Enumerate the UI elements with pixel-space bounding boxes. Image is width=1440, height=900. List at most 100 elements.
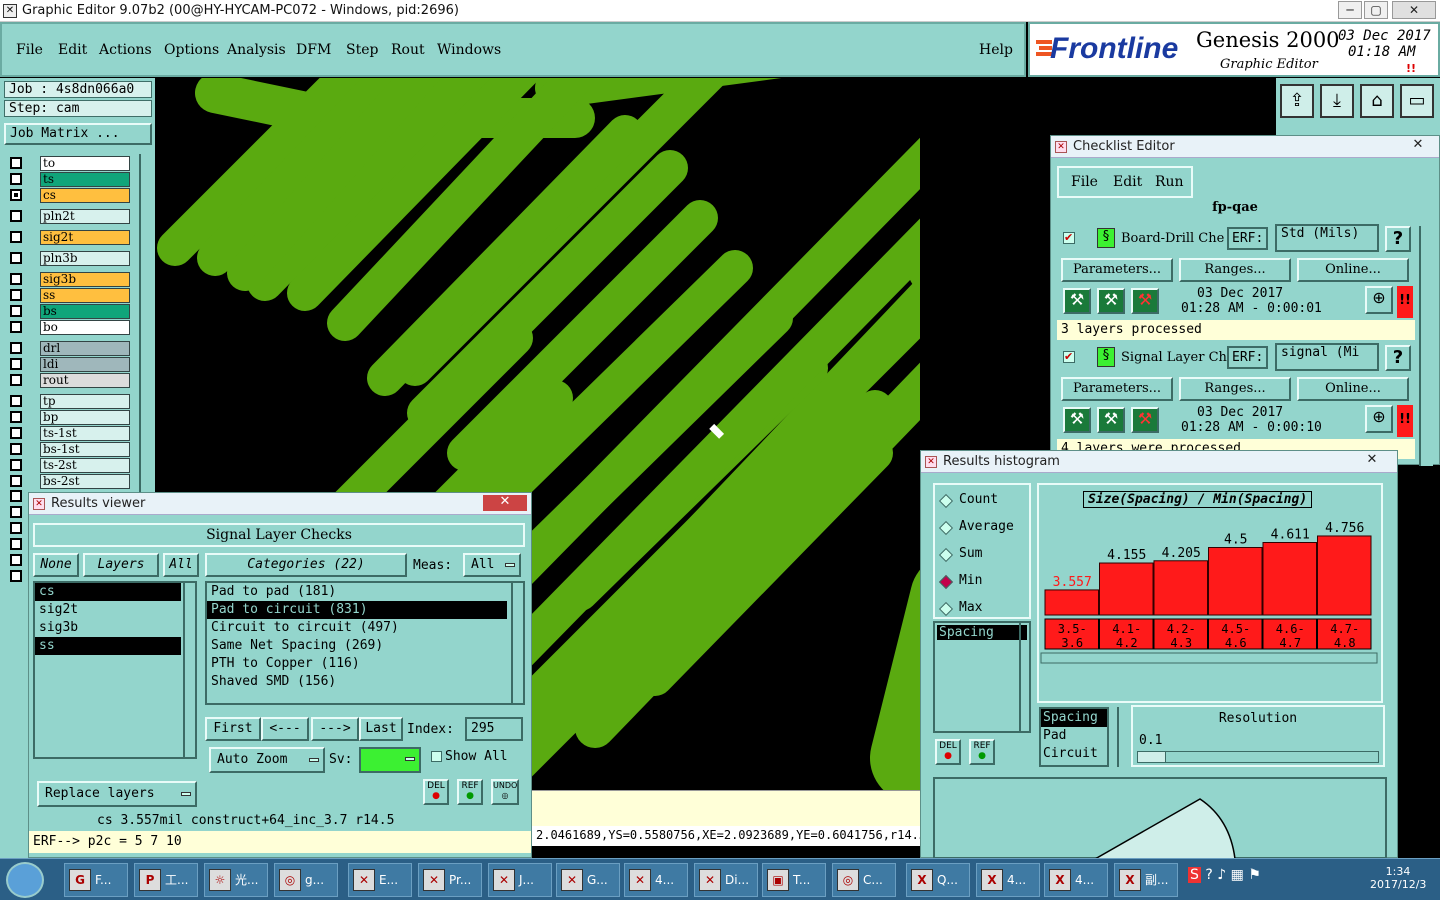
taskbar-item[interactable]: P 工... [134, 863, 198, 897]
layer-results-scrollbar[interactable] [183, 581, 197, 759]
measure-scrollbar[interactable] [1019, 623, 1031, 731]
layer-checkbox[interactable] [10, 321, 22, 333]
type-list[interactable]: Spacing Pad Circuit [1039, 707, 1109, 767]
radio-icon[interactable] [938, 574, 954, 590]
menu-options[interactable]: Options [164, 42, 219, 58]
download-icon[interactable]: ⤓ [1320, 84, 1354, 118]
parameters-button[interactable]: Parameters... [1061, 377, 1173, 401]
layer-checkbox[interactable] [10, 427, 22, 439]
run-check-fast-icon[interactable]: ⚒ [1097, 288, 1125, 314]
type-item-circuit[interactable]: Circuit [1041, 745, 1107, 763]
prev-button[interactable]: <--- [261, 717, 309, 741]
taskbar-item[interactable]: ◎ C... [832, 863, 896, 897]
taskbar-item[interactable]: ✕ G... [556, 863, 620, 897]
layer-checkbox[interactable] [10, 475, 22, 487]
mode-option-sum[interactable]: Sum [935, 545, 1029, 565]
layer-checkbox[interactable] [10, 358, 22, 370]
taskbar-item[interactable]: ◎ g... [274, 863, 338, 897]
menu-file[interactable]: File [16, 42, 43, 58]
results-layer-item[interactable]: ss [35, 637, 181, 655]
layer-row-bs-2st[interactable]: bs-2st [6, 474, 146, 489]
histogram-bar[interactable] [1099, 562, 1154, 616]
start-button-icon[interactable] [6, 862, 44, 898]
layer-row-ts-1st[interactable]: ts-1st [6, 426, 146, 441]
resolution-slider[interactable] [1137, 751, 1379, 763]
check-enabled-checkbox[interactable]: ✔ [1063, 232, 1075, 244]
layer-row-ts[interactable]: ts [6, 172, 146, 187]
volume-icon[interactable]: ♪ [1217, 867, 1226, 883]
layer-checkbox[interactable] [10, 490, 22, 502]
online-button[interactable]: Online... [1297, 377, 1409, 401]
ref-button[interactable]: REF ● [457, 779, 483, 805]
layer-row-bs-1st[interactable]: bs-1st [6, 442, 146, 457]
checklist-scrollbar[interactable] [1419, 226, 1433, 466]
layer-row-drl[interactable]: drl [6, 341, 146, 356]
menu-edit[interactable]: Edit [58, 42, 87, 58]
check-help-button[interactable]: ? [1385, 226, 1411, 252]
taskbar-item[interactable]: G F... [64, 863, 128, 897]
flag-icon[interactable]: ⚑ [1248, 867, 1261, 883]
network-icon[interactable]: ▦ [1231, 867, 1244, 883]
taskbar-item[interactable]: ▣ T... [762, 863, 826, 897]
taskbar-item[interactable]: X 副... [1114, 863, 1178, 897]
menu-actions[interactable]: Actions [99, 42, 152, 58]
layer-row-sig2t[interactable]: sig2t [6, 230, 146, 245]
index-input[interactable]: 295 [465, 717, 523, 741]
show-all-checkbox[interactable] [431, 751, 442, 762]
layer-checkbox[interactable] [10, 273, 22, 285]
menu-help[interactable]: Help [979, 42, 1013, 58]
erf-select[interactable]: signal (Mi [1275, 343, 1379, 371]
taskbar-item[interactable]: ✕ 4... [624, 863, 688, 897]
help-tray-icon[interactable]: ? [1205, 867, 1212, 883]
hist-del-button[interactable]: DEL ● [935, 739, 961, 765]
histogram-close-button[interactable]: ✕ [1357, 453, 1387, 469]
upload-icon[interactable]: ⇪ [1280, 84, 1314, 118]
menu-rout[interactable]: Rout [391, 42, 425, 58]
layer-checkbox[interactable] [10, 305, 22, 317]
run-check-fast-icon[interactable]: ⚒ [1097, 407, 1125, 433]
taskbar-item[interactable]: ✕ J... [488, 863, 552, 897]
layer-row-ts-2st[interactable]: ts-2st [6, 458, 146, 473]
layer-row-tp[interactable]: tp [6, 394, 146, 409]
job-matrix-button[interactable]: Job Matrix ... [4, 123, 152, 145]
mode-option-min[interactable]: Min [935, 572, 1029, 592]
histogram-chart[interactable]: 3.557 3.5-3.6 4.155 4.1-4.2 4.205 4.2-4.3 4.5 4… [1039, 485, 1381, 701]
maximize-button[interactable]: ▢ [1364, 1, 1388, 19]
radio-icon[interactable] [938, 601, 954, 617]
taskbar-item[interactable]: X Q... [906, 863, 970, 897]
layer-row-bp[interactable]: bp [6, 410, 146, 425]
taskbar-item[interactable]: ✕ E... [348, 863, 412, 897]
ranges-button[interactable]: Ranges... [1179, 258, 1291, 282]
categories-button[interactable]: Categories (22) [205, 553, 407, 577]
layer-checkbox[interactable] [10, 252, 22, 264]
category-item[interactable]: PTH to Copper (116) [207, 655, 507, 673]
radio-icon[interactable] [938, 520, 954, 536]
layer-row-ldi[interactable]: ldi [6, 357, 146, 372]
menu-analysis[interactable]: Analysis [227, 42, 286, 58]
last-button[interactable]: Last [359, 717, 403, 741]
categories-list[interactable]: Pad to pad (181) Pad to circuit (831) Circ… [205, 581, 525, 705]
category-item[interactable]: Shaved SMD (156) [207, 673, 507, 691]
first-button[interactable]: First [205, 717, 261, 741]
mode-option-count[interactable]: Count [935, 491, 1029, 511]
check-help-button[interactable]: ? [1385, 345, 1411, 371]
undo-button[interactable]: UNDO ◎ [491, 779, 519, 805]
online-button[interactable]: Online... [1297, 258, 1409, 282]
layer-checkbox[interactable] [10, 210, 22, 222]
layer-checkbox[interactable] [10, 173, 22, 185]
layer-checkbox[interactable] [10, 289, 22, 301]
layer-checkbox[interactable] [10, 374, 22, 386]
layer-checkbox[interactable] [10, 342, 22, 354]
mode-option-average[interactable]: Average [935, 518, 1029, 538]
menu-windows[interactable]: Windows [437, 42, 501, 58]
layer-checkbox[interactable] [10, 411, 22, 423]
sv-color-select[interactable] [359, 747, 421, 773]
layer-row-pln3b[interactable]: pln3b [6, 251, 146, 266]
taskbar-item[interactable]: ✕ Di... [694, 863, 758, 897]
histogram-bar[interactable] [1317, 535, 1372, 616]
menu-dfm[interactable]: DFM [296, 42, 331, 58]
menu-step[interactable]: Step [346, 42, 378, 58]
checklist-menu-run[interactable]: Run [1155, 174, 1184, 190]
histogram-scrollbar[interactable] [1040, 652, 1378, 664]
layer-row-bs[interactable]: bs [6, 304, 146, 319]
